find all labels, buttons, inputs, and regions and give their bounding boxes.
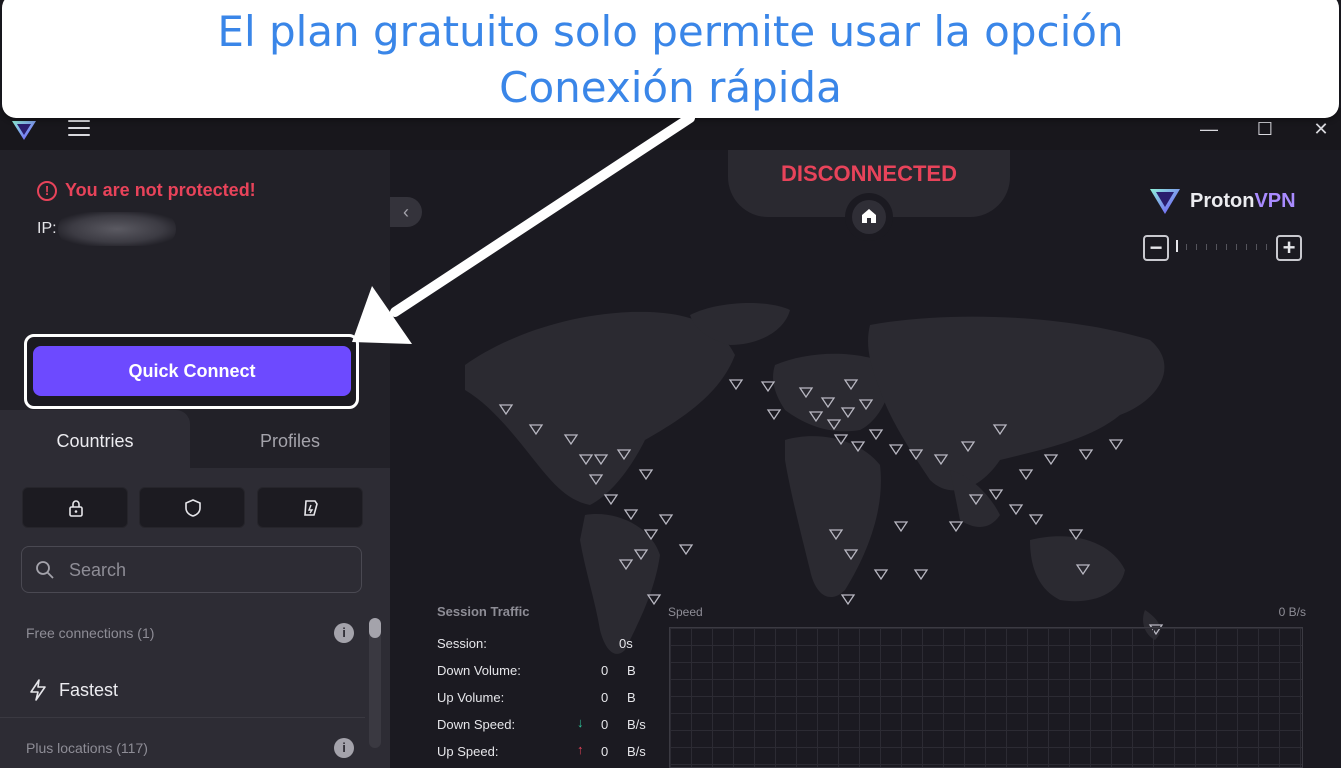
- down-volume-unit: B: [627, 663, 636, 678]
- down-speed-value: 0: [601, 717, 609, 732]
- info-icon[interactable]: i: [334, 738, 354, 758]
- up-arrow-icon: ↑: [577, 742, 584, 757]
- section-plus-locations: Plus locations (117): [26, 740, 148, 756]
- up-speed-label: Up Speed:: [437, 744, 499, 759]
- up-speed-value: 0: [601, 744, 609, 759]
- search-placeholder: Search: [69, 560, 127, 580]
- secure-core-filter-button[interactable]: [22, 487, 128, 528]
- session-traffic-title: Session Traffic: [437, 604, 530, 619]
- protonvpn-logo-icon: [12, 121, 36, 140]
- zoom-in-button[interactable]: +: [1276, 235, 1302, 261]
- tab-profiles[interactable]: Profiles: [190, 410, 390, 468]
- list-item-fastest[interactable]: [0, 662, 365, 718]
- protonvpn-brand-icon: [1150, 189, 1180, 214]
- speed-graph: [669, 627, 1303, 768]
- speed-graph-value: 0 B/s: [1278, 605, 1306, 619]
- annotation-text: El plan gratuito solo permite usar la op…: [2, 4, 1339, 116]
- section-free-connections: Free connections (1): [26, 625, 155, 641]
- fastest-label: Fastest: [59, 680, 119, 700]
- lightning-icon: [30, 679, 46, 701]
- home-icon: [862, 209, 876, 223]
- warning-text: You are not protected!: [65, 180, 256, 200]
- connection-status: DISCONNECTED: [780, 161, 957, 186]
- annotation-line-2: Conexión rápida: [499, 63, 842, 112]
- down-arrow-icon: ↓: [577, 715, 584, 730]
- quick-connect-button[interactable]: Quick Connect: [33, 346, 351, 396]
- ip-label: IP:: [37, 220, 57, 237]
- maximize-icon[interactable]: ☐: [1253, 117, 1277, 141]
- ip-address-redacted: [58, 212, 176, 246]
- session-label: Session:: [437, 636, 487, 651]
- down-speed-label: Down Speed:: [437, 717, 516, 732]
- down-volume-label: Down Volume:: [437, 663, 521, 678]
- speed-graph-label: Speed: [668, 605, 703, 619]
- annotation-line-1: El plan gratuito solo permite usar la op…: [217, 7, 1124, 56]
- lock-icon: [69, 500, 83, 517]
- netshield-filter-button[interactable]: [139, 487, 245, 528]
- brand-vpn: VPN: [1254, 189, 1296, 212]
- tor-icon: [304, 500, 318, 516]
- tab-countries[interactable]: Countries: [0, 410, 190, 468]
- up-volume-value: 0: [601, 690, 609, 705]
- up-volume-label: Up Volume:: [437, 690, 505, 705]
- up-speed-unit: B/s: [627, 744, 646, 759]
- alert-icon: !: [37, 180, 57, 201]
- sidebar-tabs: Countries Profiles: [0, 410, 390, 468]
- info-icon[interactable]: i: [334, 623, 354, 643]
- brand-proton: Proton: [1190, 189, 1255, 212]
- protection-warning: ! You are not protected!: [37, 180, 256, 201]
- zoom-slider[interactable]: [1176, 240, 1271, 254]
- protonvpn-brand: ProtonVPN: [1148, 186, 1296, 216]
- down-speed-unit: B/s: [627, 717, 646, 732]
- collapse-sidebar-button[interactable]: ‹: [390, 197, 422, 227]
- session-value: 0s: [619, 636, 633, 651]
- scrollbar-thumb[interactable]: [369, 618, 381, 638]
- tor-filter-button[interactable]: [257, 487, 363, 528]
- menu-icon[interactable]: [68, 120, 90, 138]
- search-icon: [36, 561, 54, 579]
- minimize-icon[interactable]: —: [1197, 117, 1221, 141]
- up-volume-unit: B: [627, 690, 636, 705]
- close-icon[interactable]: ✕: [1309, 117, 1333, 141]
- shield-icon: [185, 499, 201, 517]
- down-volume-value: 0: [601, 663, 609, 678]
- zoom-out-button[interactable]: −: [1143, 235, 1169, 261]
